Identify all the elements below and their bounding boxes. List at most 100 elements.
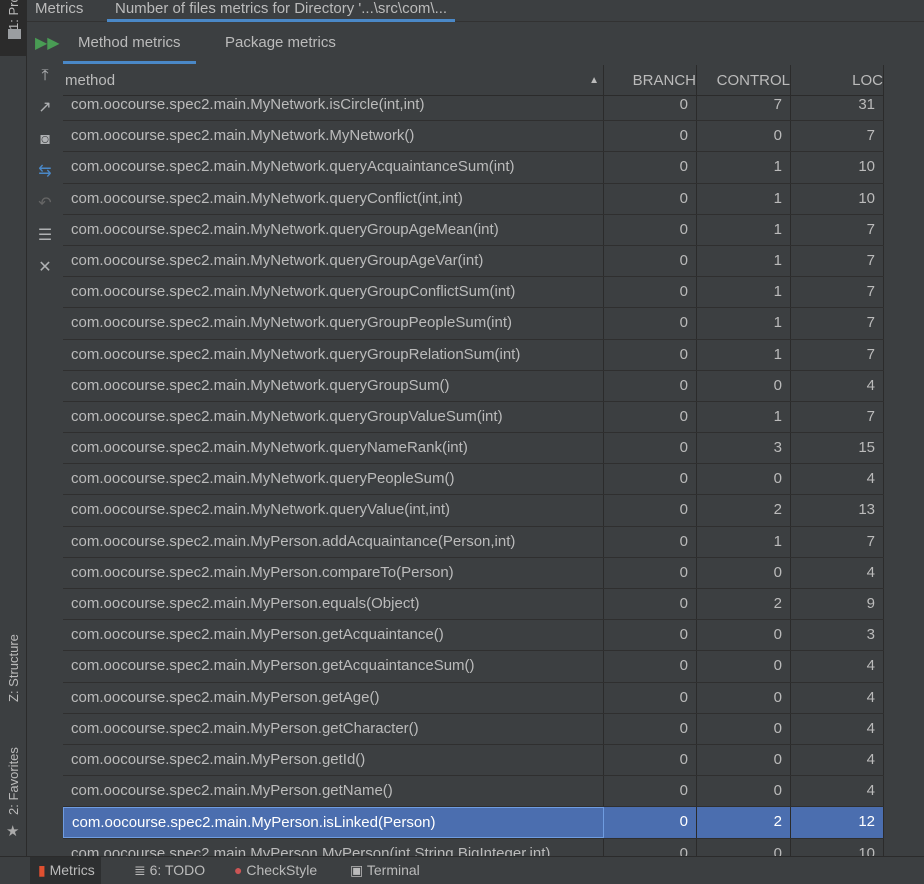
branch-cell: 0 <box>604 245 697 277</box>
branch-cell: 0 <box>604 214 697 245</box>
branch-cell: 0 <box>604 620 697 651</box>
control-cell: 1 <box>697 401 791 433</box>
branch-cell: 0 <box>604 308 697 339</box>
folder-icon <box>8 29 21 39</box>
label: Terminal <box>366 862 420 878</box>
column-loc[interactable]: LOC <box>791 65 884 96</box>
loc-cell: 4 <box>791 682 884 713</box>
bottom-tab-terminal[interactable]: ▣ Terminal <box>344 857 426 884</box>
undo-icon[interactable]: ↶ <box>35 194 55 214</box>
export-icon[interactable]: ⤒ <box>35 66 55 86</box>
list-icon: ≣ <box>134 862 146 878</box>
table-row[interactable]: com.oocourse.spec2.main.MyNetwork.queryG… <box>63 401 884 434</box>
loc-cell: 12 <box>791 807 884 838</box>
column-control[interactable]: CONTROL <box>697 65 791 96</box>
table-row[interactable]: com.oocourse.spec2.main.MyNetwork.queryG… <box>63 277 884 309</box>
table-row[interactable]: com.oocourse.spec2.main.MyPerson.getName… <box>63 776 884 808</box>
table-row[interactable]: com.oocourse.spec2.main.MyPerson.getId()… <box>63 744 884 777</box>
label: 6: TODO <box>149 862 206 878</box>
table-row[interactable]: com.oocourse.spec2.main.MyNetwork.MyNetw… <box>63 121 884 153</box>
method-cell: com.oocourse.spec2.main.MyNetwork.queryP… <box>63 464 604 495</box>
loc-cell: 3 <box>791 620 884 651</box>
table-row[interactable]: com.oocourse.spec2.main.MyPerson.isLinke… <box>63 807 884 839</box>
column-branch[interactable]: BRANCH <box>604 65 697 96</box>
control-cell: 0 <box>697 651 791 682</box>
method-cell: com.oocourse.spec2.main.MyPerson.addAcqu… <box>63 526 604 557</box>
loc-cell: 9 <box>791 589 884 620</box>
table-row[interactable]: com.oocourse.spec2.main.MyPerson.MyPerso… <box>63 838 884 856</box>
open-external-icon[interactable]: ↗ <box>35 98 55 118</box>
loc-cell: 7 <box>791 526 884 557</box>
table-row[interactable]: com.oocourse.spec2.main.MyPerson.addAcqu… <box>63 526 884 558</box>
table-row[interactable]: com.oocourse.spec2.main.MyPerson.getAcqu… <box>63 651 884 683</box>
label: CheckStyle <box>246 862 318 878</box>
loc-cell: 15 <box>791 433 884 464</box>
control-cell: 1 <box>697 526 791 557</box>
control-cell: 0 <box>697 682 791 713</box>
method-cell: com.oocourse.spec2.main.MyNetwork.queryC… <box>63 183 604 214</box>
table-row[interactable]: com.oocourse.spec2.main.MyNetwork.queryP… <box>63 464 884 496</box>
metrics-table: method ▲ BRANCH CONTROL LOC com.oocourse.… <box>63 65 884 856</box>
column-method[interactable]: method ▲ <box>63 65 604 96</box>
scrollbar[interactable] <box>884 65 924 856</box>
method-cell: com.oocourse.spec2.main.MyNetwork.queryA… <box>63 152 604 183</box>
branch-cell: 0 <box>604 713 697 744</box>
column-label: method <box>65 72 116 89</box>
table-row[interactable]: com.oocourse.spec2.main.MyPerson.equals(… <box>63 589 884 621</box>
table-row[interactable]: com.oocourse.spec2.main.MyPerson.getChar… <box>63 713 884 745</box>
loc-cell: 4 <box>791 557 884 588</box>
table-row[interactable]: com.oocourse.spec2.main.MyNetwork.queryG… <box>63 339 884 371</box>
method-cell: com.oocourse.spec2.main.MyPerson.getAcqu… <box>63 651 604 682</box>
settings-sliders-icon[interactable]: ☰ <box>35 226 55 246</box>
camera-icon[interactable]: ◙ <box>35 130 55 150</box>
table-row[interactable]: com.oocourse.spec2.main.MyPerson.getAge(… <box>63 682 884 714</box>
tab-package-metrics[interactable]: Package metrics <box>210 22 351 64</box>
compare-icon[interactable]: ⇆ <box>35 162 55 182</box>
metrics-title: Metrics <box>35 0 84 17</box>
star-icon: ★ <box>6 823 20 840</box>
table-row[interactable]: com.oocourse.spec2.main.MyNetwork.queryG… <box>63 370 884 402</box>
project-tab[interactable]: 1: Project <box>6 0 21 30</box>
branch-cell: 0 <box>604 776 697 807</box>
branch-cell: 0 <box>604 495 697 526</box>
table-row[interactable]: com.oocourse.spec2.main.MyNetwork.queryA… <box>63 152 884 184</box>
loc-cell: 4 <box>791 370 884 401</box>
favorites-tab[interactable]: 2: Favorites <box>6 747 21 815</box>
control-cell: 2 <box>697 495 791 526</box>
branch-cell: 0 <box>604 682 697 713</box>
method-cell: com.oocourse.spec2.main.MyPerson.getChar… <box>63 713 604 744</box>
method-cell: com.oocourse.spec2.main.MyPerson.MyPerso… <box>63 838 604 856</box>
table-row[interactable]: com.oocourse.spec2.main.MyNetwork.queryC… <box>63 183 884 215</box>
table-row[interactable]: com.oocourse.spec2.main.MyPerson.compare… <box>63 557 884 589</box>
bottom-tab-todo[interactable]: ≣ 6: TODO <box>128 857 211 884</box>
table-row[interactable]: com.oocourse.spec2.main.MyNetwork.queryG… <box>63 245 884 278</box>
control-cell: 1 <box>697 214 791 245</box>
bottom-tab-checkstyle[interactable]: ● CheckStyle <box>228 857 323 884</box>
directory-metrics-tab[interactable]: Number of files metrics for Directory '.… <box>107 0 456 22</box>
run-icon[interactable]: ▶▶ <box>35 34 60 54</box>
tool-window-header: Metrics Number of files metrics for Dire… <box>27 0 924 22</box>
table-row[interactable]: com.oocourse.spec2.main.MyNetwork.queryV… <box>63 495 884 527</box>
table-row[interactable]: com.oocourse.spec2.main.MyNetwork.queryN… <box>63 433 884 465</box>
method-cell: com.oocourse.spec2.main.MyNetwork.queryG… <box>63 245 604 277</box>
method-cell: com.oocourse.spec2.main.MyNetwork.MyNetw… <box>63 121 604 152</box>
tab-method-metrics[interactable]: Method metrics <box>63 22 196 64</box>
bottom-tab-metrics[interactable]: ▮ Metrics <box>30 857 101 884</box>
checkstyle-icon: ● <box>234 862 243 878</box>
close-icon[interactable]: ✕ <box>35 258 55 278</box>
control-cell: 0 <box>697 620 791 651</box>
branch-cell: 0 <box>604 152 697 183</box>
table-row[interactable]: com.oocourse.spec2.main.MyNetwork.queryG… <box>63 308 884 340</box>
loc-cell: 7 <box>791 245 884 277</box>
method-cell: com.oocourse.spec2.main.MyNetwork.queryG… <box>63 339 604 370</box>
table-row[interactable]: com.oocourse.spec2.main.MyNetwork.queryG… <box>63 214 884 246</box>
structure-tab[interactable]: Z: Structure <box>6 634 21 702</box>
metrics-tabs: Method metrics Package metrics <box>63 22 924 64</box>
branch-cell: 0 <box>604 744 697 776</box>
table-header: method ▲ BRANCH CONTROL LOC <box>63 65 884 96</box>
control-cell: 0 <box>697 557 791 588</box>
control-cell: 1 <box>697 277 791 308</box>
branch-cell: 0 <box>604 277 697 308</box>
table-row[interactable]: com.oocourse.spec2.main.MyPerson.getAcqu… <box>63 620 884 652</box>
branch-cell: 0 <box>604 651 697 682</box>
